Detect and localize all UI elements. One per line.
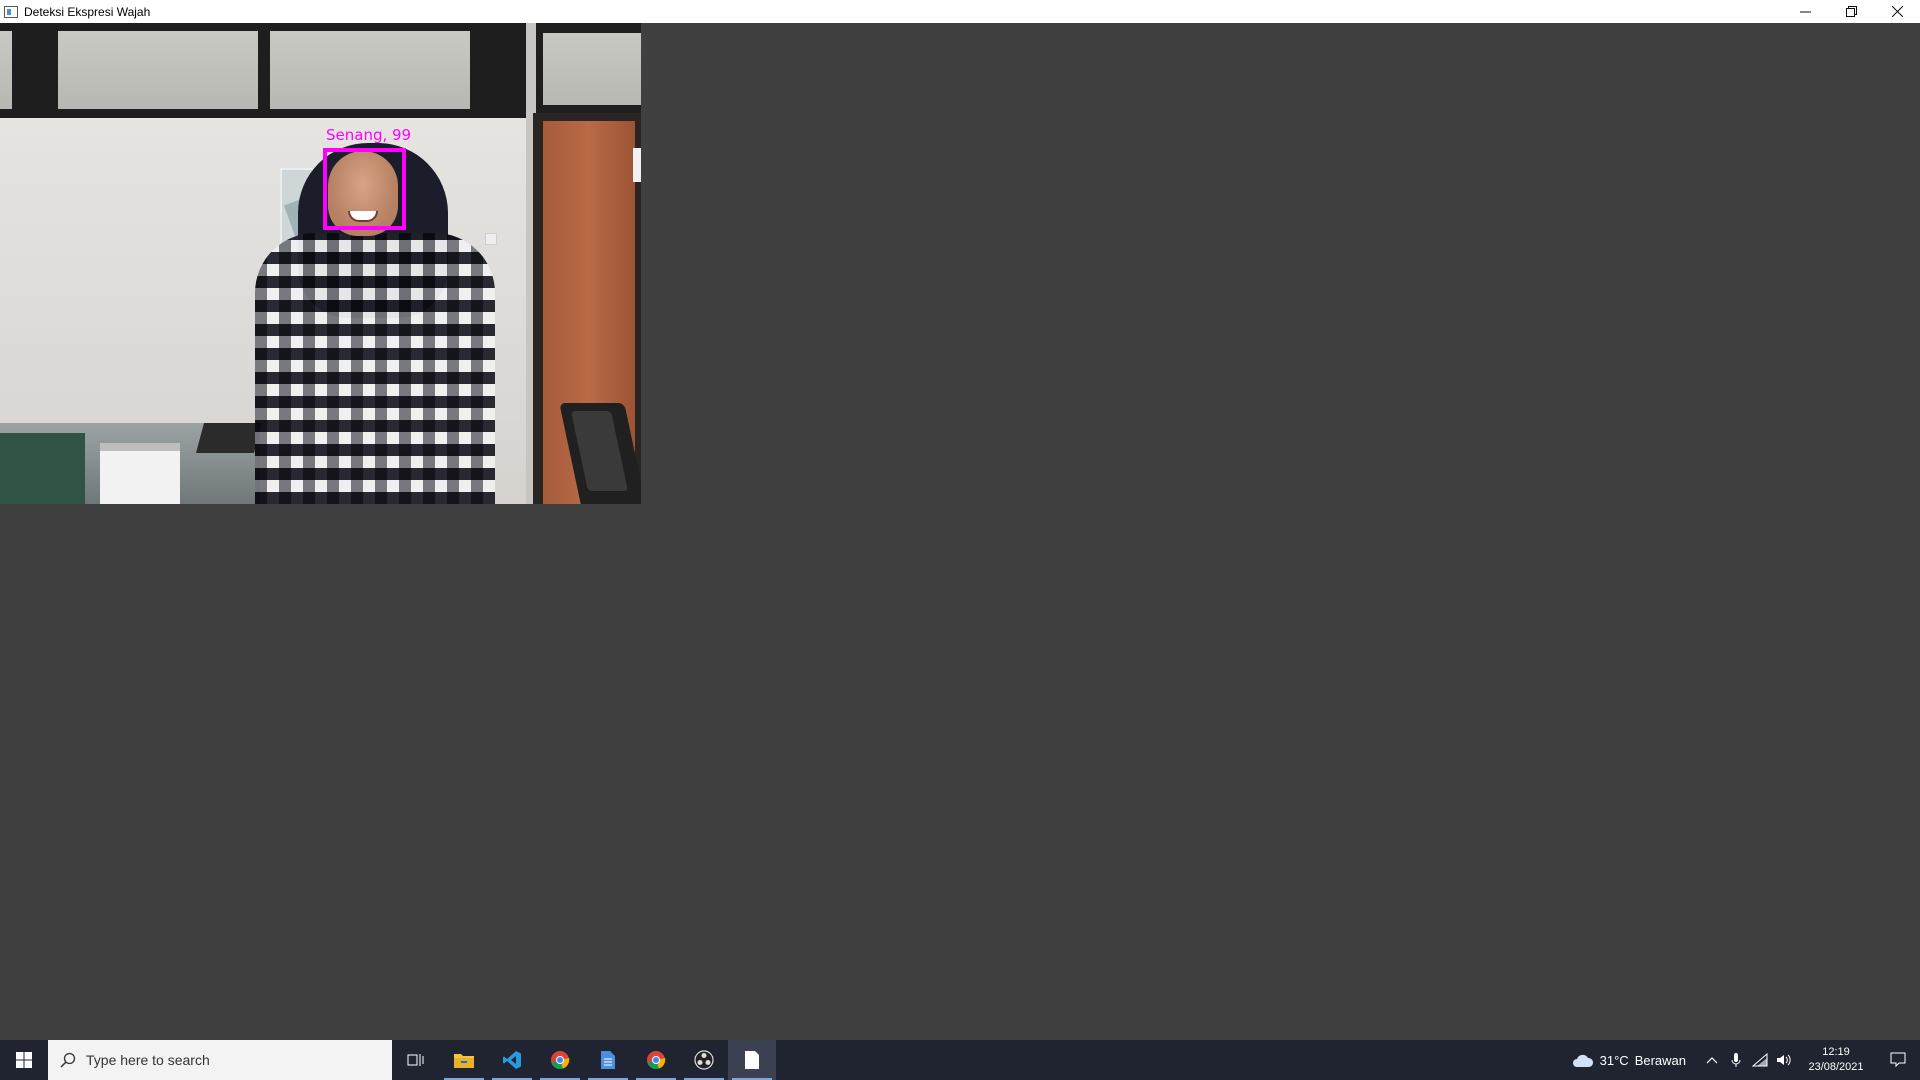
restore-icon <box>1845 6 1857 17</box>
taskbar-file-explorer[interactable] <box>440 1040 488 1080</box>
door-handle <box>633 148 641 182</box>
window-controls <box>1782 0 1920 23</box>
camera-feed: Senang, 99 <box>0 23 641 504</box>
weather-temp: 31°C <box>1599 1052 1629 1068</box>
search-placeholder: Type here to search <box>86 1052 210 1068</box>
minimize-icon <box>1799 11 1811 13</box>
face-detection-box <box>323 148 406 230</box>
window-title: Deteksi Ekspresi Wajah <box>24 4 151 19</box>
start-button[interactable] <box>0 1040 48 1080</box>
clock-date: 23/08/2021 <box>1808 1061 1864 1073</box>
speaker-icon <box>1777 1054 1791 1066</box>
light-switch <box>485 233 497 245</box>
taskbar-clock[interactable]: 12:19 23/08/2021 <box>1796 1045 1876 1075</box>
taskbar-search[interactable]: Type here to search <box>48 1040 392 1080</box>
chrome-icon <box>551 1051 570 1070</box>
obs-icon <box>694 1050 714 1070</box>
volume-button[interactable] <box>1772 1040 1796 1080</box>
taskbar-obs[interactable] <box>680 1040 728 1080</box>
taskbar-document[interactable] <box>584 1040 632 1080</box>
task-view-icon <box>407 1054 424 1066</box>
printer-green <box>0 433 85 504</box>
show-hidden-icons-button[interactable] <box>1700 1040 1724 1080</box>
search-icon <box>60 1052 76 1068</box>
chevron-up-icon <box>1706 1057 1718 1064</box>
network-button[interactable] <box>1748 1040 1772 1080</box>
notification-center-button[interactable] <box>1876 1040 1920 1080</box>
windows-icon <box>16 1052 32 1068</box>
wifi-icon <box>1752 1053 1768 1067</box>
clock-time: 12:19 <box>1822 1046 1850 1058</box>
taskbar-chrome-2[interactable] <box>632 1040 680 1080</box>
back-window <box>0 23 530 118</box>
window-icon <box>745 1051 759 1069</box>
expression-label: Senang, 99 <box>326 126 412 144</box>
restore-button[interactable] <box>1828 0 1874 23</box>
system-tray: 31°C Berawan 12:19 23/08/2021 <box>1572 1040 1920 1080</box>
taskbar-face-app[interactable] <box>728 1040 776 1080</box>
cloud-icon <box>1572 1054 1593 1067</box>
window-titlebar: Deteksi Ekspresi Wajah <box>0 0 1920 23</box>
taskbar-vscode[interactable] <box>488 1040 536 1080</box>
taskbar-chrome-1[interactable] <box>536 1040 584 1080</box>
printer-white <box>100 443 180 504</box>
close-icon <box>1891 6 1903 17</box>
task-view-button[interactable] <box>392 1040 440 1080</box>
side-window <box>535 23 641 113</box>
document-icon <box>601 1051 615 1069</box>
app-window-icon <box>4 5 18 18</box>
minimize-button[interactable] <box>1782 0 1828 23</box>
weather-condition: Berawan <box>1634 1052 1686 1068</box>
microphone-button[interactable] <box>1724 1040 1748 1080</box>
chrome-icon <box>647 1051 666 1070</box>
close-button[interactable] <box>1874 0 1920 23</box>
weather-widget[interactable]: 31°C Berawan <box>1572 1052 1686 1068</box>
keyboard <box>195 423 263 453</box>
taskbar: Type here to search 31°C Berawan 12:19 2… <box>0 1040 1920 1080</box>
notification-icon <box>1890 1052 1906 1068</box>
vscode-icon <box>503 1051 521 1069</box>
person-body-plaid-shirt <box>255 233 495 504</box>
folder-icon <box>454 1054 474 1068</box>
microphone-icon <box>1731 1053 1741 1067</box>
